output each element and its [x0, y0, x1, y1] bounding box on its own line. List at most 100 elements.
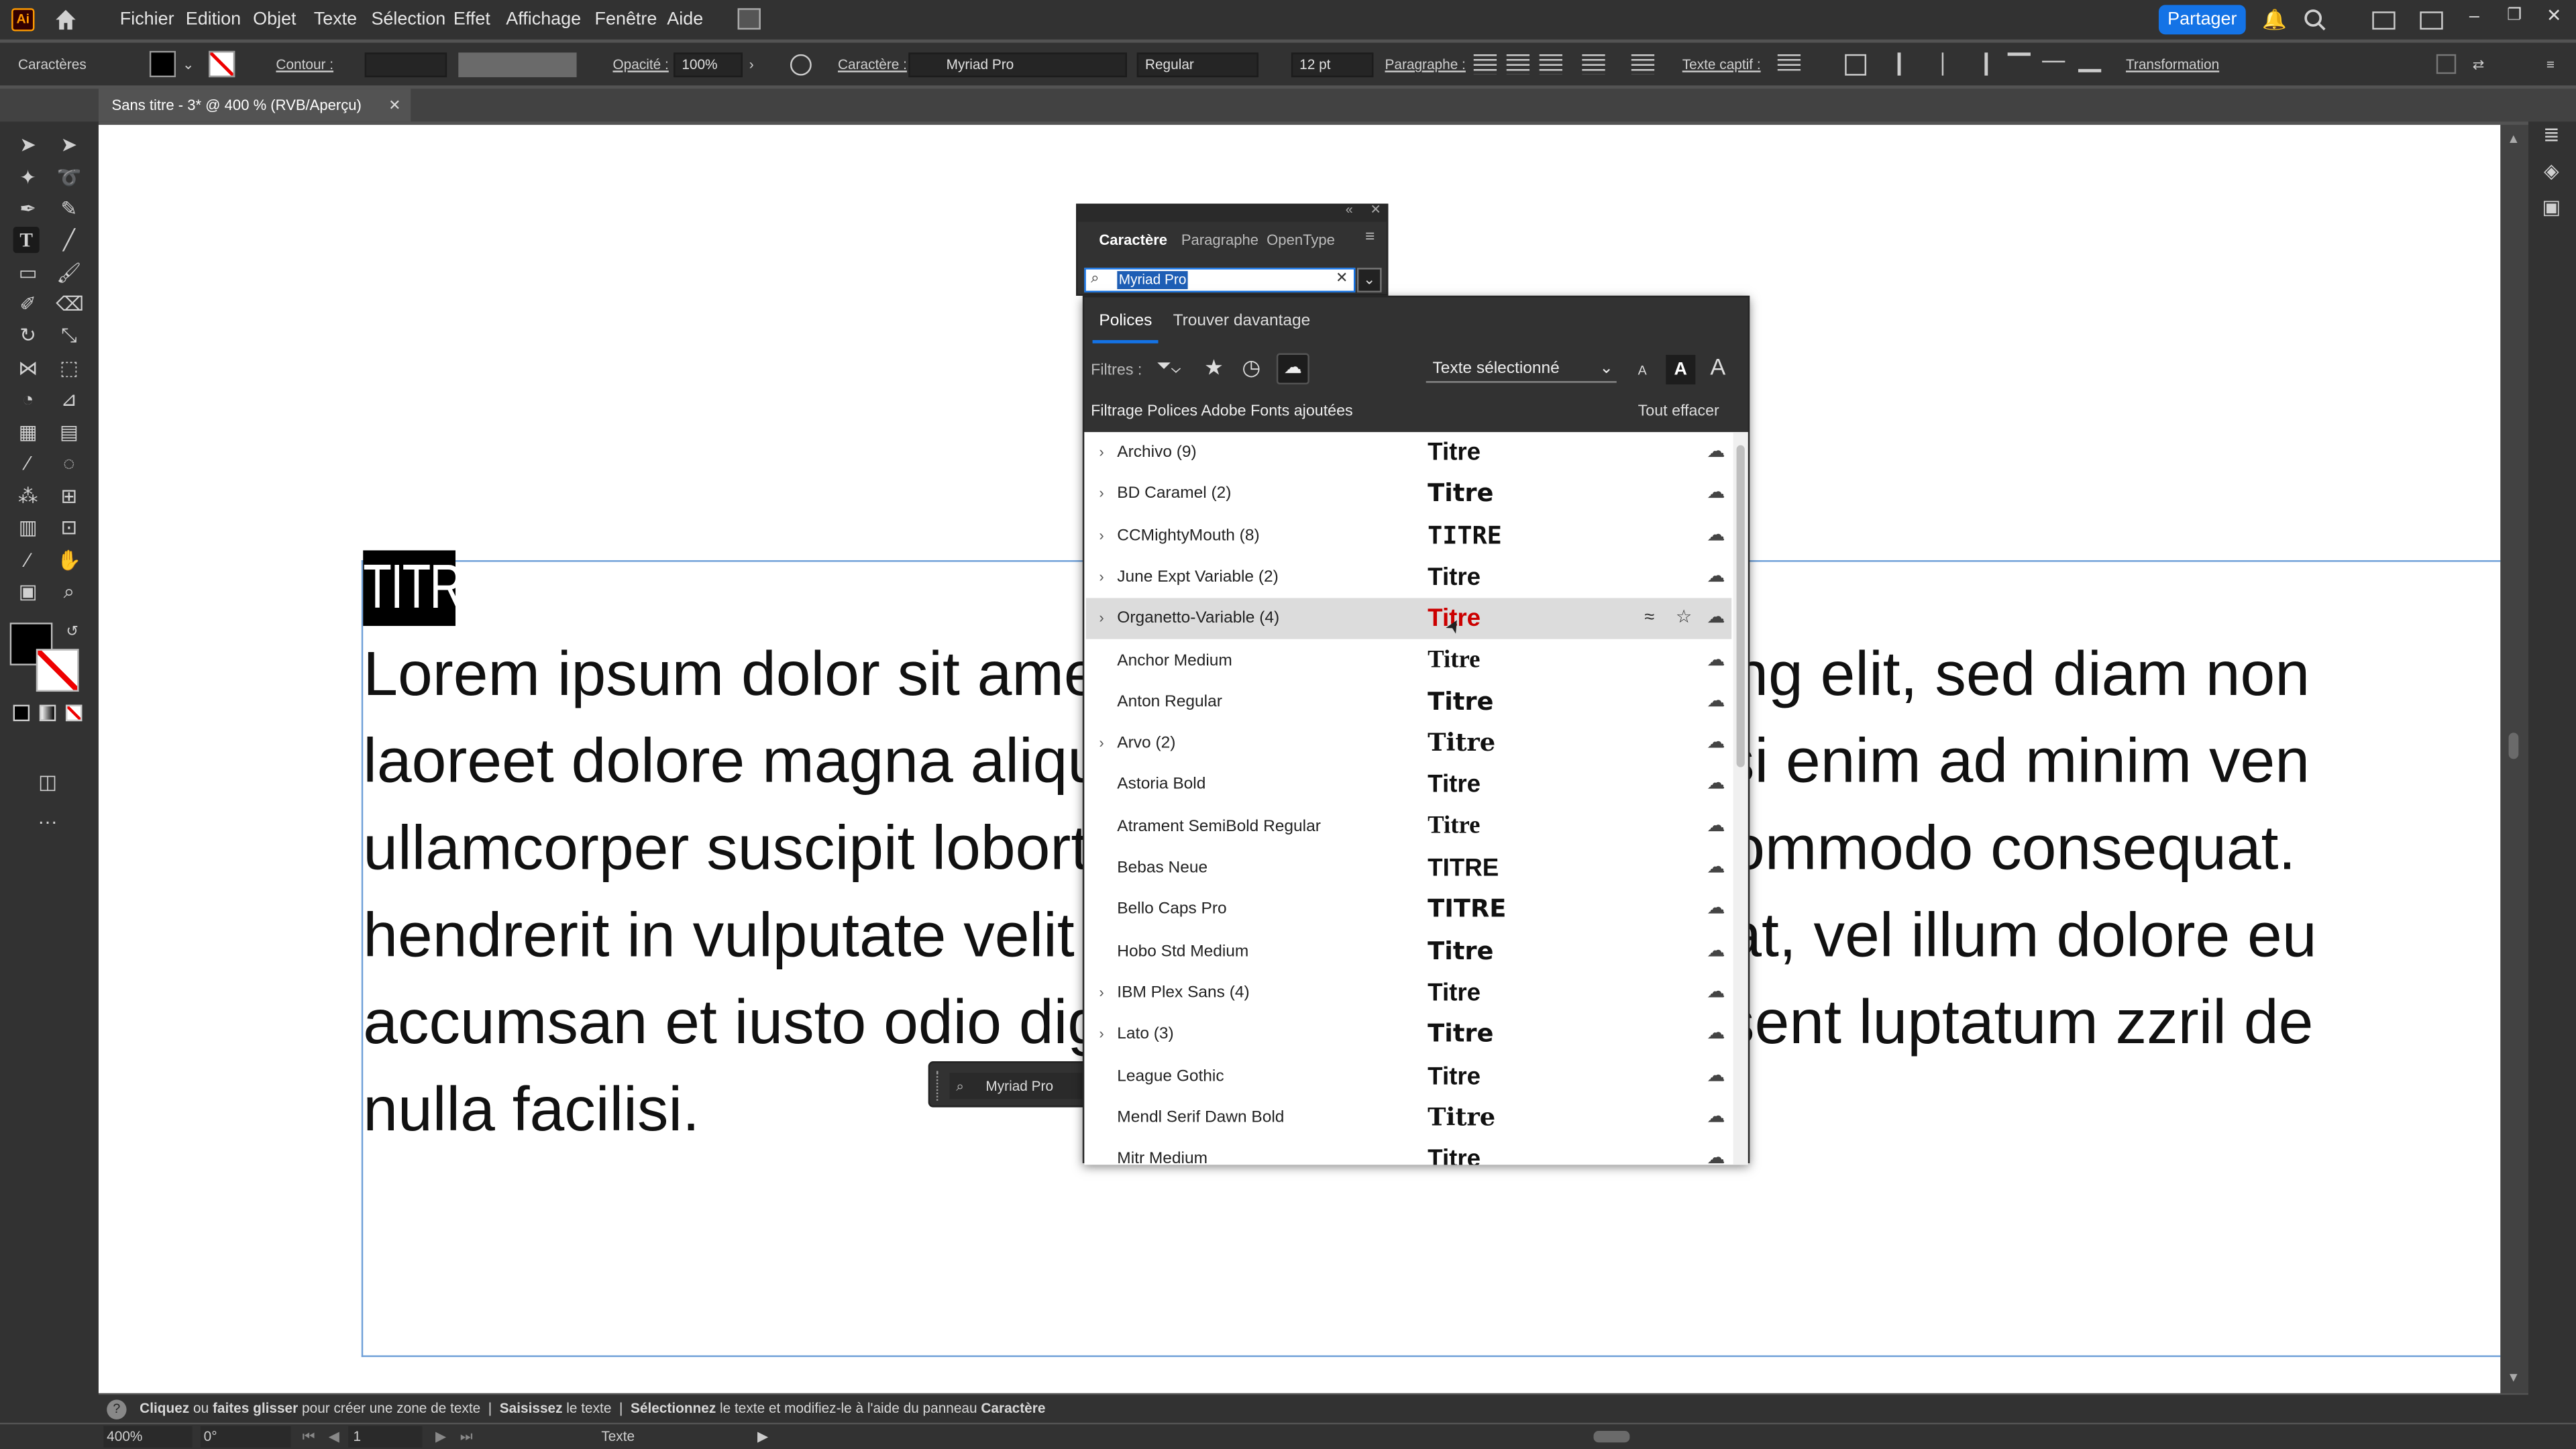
free-transform-icon[interactable]: ⬚ — [56, 355, 82, 381]
contextual-font-bar[interactable]: ⌕ Myriad Pro — [928, 1061, 1093, 1108]
menu-fenetre[interactable]: Fenêtre — [595, 0, 657, 40]
expand-chevron-icon[interactable]: › — [1099, 474, 1104, 515]
type-tool-icon[interactable]: T — [13, 226, 40, 254]
grip-icon[interactable] — [936, 1071, 941, 1101]
numbering-icon[interactable] — [1631, 54, 1655, 74]
curvature-tool-icon[interactable]: ✎ — [56, 195, 82, 221]
mesh-tool-icon[interactable]: ▦ — [15, 419, 41, 445]
isolate-icon[interactable] — [2436, 54, 2457, 74]
menu-affichage[interactable]: Affichage — [506, 0, 581, 40]
selected-title-text[interactable]: TITRE — [363, 550, 494, 627]
shaper-tool-icon[interactable]: ✐ — [15, 290, 41, 317]
align-left-icon[interactable] — [1473, 54, 1497, 74]
preview-size-medium-icon[interactable]: A — [1666, 354, 1696, 385]
line-tool-icon[interactable]: ╱ — [56, 227, 82, 253]
selection-tool-icon[interactable]: ➤ — [15, 131, 41, 158]
scroll-up-icon[interactable]: ▲ — [2507, 131, 2520, 146]
rectangle-tool-icon[interactable]: ▭ — [15, 260, 41, 286]
more-options-icon[interactable]: ⇄ — [2473, 43, 2484, 86]
font-row[interactable]: › Organetto-Variable (4) Titre ≈ ☆ ➤ ☁ — [1085, 598, 1732, 640]
zoom-tool-icon[interactable]: ⌕ — [56, 578, 82, 604]
cloud-icon[interactable]: ☁ — [1707, 1138, 1725, 1165]
gradient-mode-icon[interactable] — [39, 704, 56, 722]
collapse-icon[interactable]: « — [1346, 202, 1353, 217]
font-row[interactable]: › IBM Plex Sans (4) Titre ☁ — [1086, 973, 1731, 1014]
tab-fonts[interactable]: Polices — [1099, 312, 1152, 330]
menu-effet[interactable]: Effet — [453, 0, 490, 40]
cloud-icon[interactable]: ☁ — [1707, 1055, 1725, 1096]
expand-chevron-icon[interactable]: › — [1099, 515, 1104, 556]
favorite-star-icon[interactable]: ☆ — [1676, 598, 1692, 639]
cloud-icon[interactable]: ☁ — [1707, 848, 1725, 889]
tab-character[interactable]: Caractère — [1099, 231, 1167, 248]
cloud-icon[interactable]: ☁ — [1707, 723, 1725, 764]
prev-artboard-icon[interactable]: ◀ — [329, 1424, 339, 1449]
expand-chevron-icon[interactable]: › — [1099, 557, 1104, 598]
graph-tool-icon[interactable]: ▥ — [15, 515, 41, 541]
font-row[interactable]: Mendl Serif Dawn Bold Titre ☁ — [1086, 1097, 1731, 1138]
next-artboard-icon[interactable]: ▶ — [435, 1424, 446, 1449]
tab-opentype[interactable]: OpenType — [1267, 231, 1335, 248]
font-row[interactable]: Atrament SemiBold Regular Titre ☁ — [1086, 806, 1731, 847]
panel-menu-icon[interactable]: ≡ — [2546, 43, 2555, 86]
properties-icon[interactable]: ≣ — [2538, 121, 2565, 148]
text-wrap-icon[interactable] — [1777, 54, 1801, 71]
chevron-down-icon[interactable]: ⌄ — [182, 43, 194, 86]
print-tiling-icon[interactable]: ▣ — [15, 578, 41, 604]
slice-tool-icon[interactable]: ⊡ — [56, 515, 82, 541]
artboard-field[interactable]: 1 — [348, 1426, 423, 1448]
filter-classification-icon[interactable]: ⏷⌄ — [1157, 356, 1181, 378]
restore-icon[interactable]: ❐ — [2507, 0, 2522, 36]
font-row[interactable]: Anchor Medium Titre ☁ — [1086, 640, 1731, 681]
last-artboard-icon[interactable]: ⏭ — [460, 1424, 473, 1449]
font-row[interactable]: › BD Caramel (2) Titre ☁ — [1086, 474, 1731, 515]
recent-clock-icon[interactable]: ◷ — [1242, 355, 1260, 381]
help-icon[interactable]: ? — [107, 1399, 127, 1419]
width-tool-icon[interactable]: ⋈ — [15, 355, 41, 381]
font-row[interactable]: › Archivo (9) Titre ☁ — [1086, 432, 1731, 473]
status-menu-icon[interactable]: ▶ — [757, 1424, 768, 1449]
document-tab[interactable]: Sans titre - 3* @ 400 % (RVB/Aperçu) ✕ — [98, 89, 411, 122]
align-to-icon[interactable] — [1845, 54, 1867, 76]
menu-fichier[interactable]: Fichier — [120, 0, 174, 40]
draw-mode-icon[interactable]: ◫ — [34, 769, 60, 795]
similar-fonts-icon[interactable]: ≈ — [1644, 598, 1654, 639]
opacity-field[interactable]: 100% — [674, 52, 743, 78]
scroll-thumb[interactable] — [2508, 733, 2519, 759]
close-tab-icon[interactable]: ✕ — [388, 89, 400, 121]
horizontal-align-right-icon[interactable] — [1968, 52, 1988, 76]
cloud-icon[interactable]: ☁ — [1707, 682, 1725, 722]
font-row[interactable]: League Gothic Titre ☁ — [1086, 1055, 1731, 1096]
more-tools-icon[interactable]: ··· — [34, 808, 60, 835]
font-row[interactable]: Bello Caps Pro TITRE ☁ — [1086, 890, 1731, 930]
cloud-icon[interactable]: ☁ — [1707, 890, 1725, 930]
cloud-icon[interactable]: ☁ — [1707, 557, 1725, 598]
libraries-icon[interactable]: ▣ — [2538, 194, 2565, 220]
workspace-switcher-icon[interactable] — [737, 8, 761, 30]
first-artboard-icon[interactable]: ⏮ — [303, 1424, 315, 1449]
pen-tool-icon[interactable]: ✒ — [15, 195, 41, 221]
horizontal-align-center-icon[interactable] — [1941, 52, 1962, 76]
fill-swatch[interactable] — [149, 50, 176, 78]
close-icon[interactable]: ✕ — [1370, 202, 1381, 217]
share-button[interactable]: Partager — [2158, 5, 2246, 35]
clear-all-link[interactable]: Tout effacer — [1638, 402, 1719, 421]
paintbrush-icon[interactable]: 🖌 — [56, 260, 82, 286]
expand-chevron-icon[interactable]: › — [1099, 598, 1104, 639]
cloud-icon[interactable]: ☁ — [1707, 515, 1725, 556]
horizontal-scroll-thumb[interactable] — [1593, 1431, 1630, 1443]
cloud-icon[interactable]: ☁ — [1707, 931, 1725, 972]
font-row[interactable]: › CCMightyMouth (8) TITRE ☁ — [1086, 515, 1731, 556]
cloud-icon[interactable]: ☁ — [1707, 640, 1725, 681]
tab-paragraph[interactable]: Paragraphe — [1181, 231, 1258, 248]
lasso-icon[interactable]: ➰ — [56, 164, 82, 191]
menu-edition[interactable]: Edition — [186, 0, 241, 40]
panel-menu-icon[interactable]: ≡ — [1365, 228, 1375, 246]
swap-colors-icon[interactable]: ↺ — [59, 618, 85, 644]
font-dropdown-toggle[interactable]: ⌄ — [1356, 268, 1382, 292]
list-scroll-thumb[interactable] — [1736, 445, 1745, 767]
eraser-icon[interactable]: ⌫ — [56, 290, 84, 317]
none-mode-icon[interactable] — [65, 704, 83, 722]
font-row[interactable]: › June Expt Variable (2) Titre ☁ — [1086, 557, 1731, 598]
rotate-tool-icon[interactable]: ↻ — [15, 322, 41, 348]
